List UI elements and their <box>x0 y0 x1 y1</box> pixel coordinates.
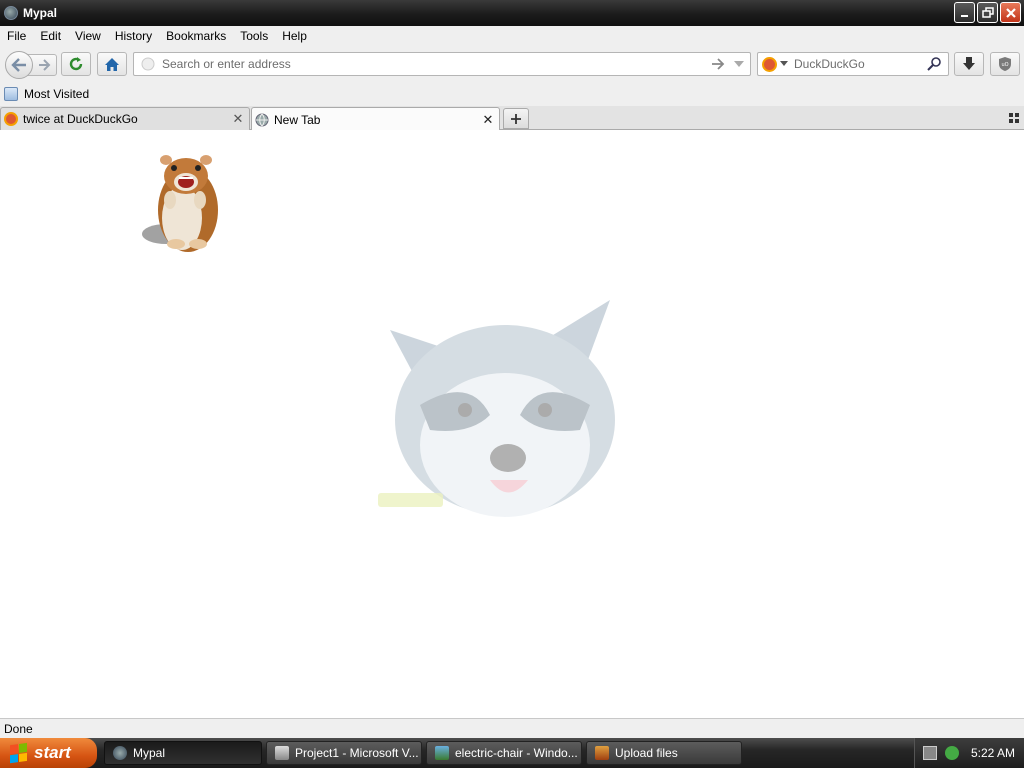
back-forward-group <box>5 51 57 79</box>
page-identity-icon[interactable] <box>140 56 156 72</box>
restore-icon <box>981 6 994 18</box>
mypal-app-icon[interactable] <box>4 6 18 20</box>
search-icon[interactable] <box>927 56 943 72</box>
visual-basic-icon <box>275 746 289 760</box>
engine-dropdown-icon[interactable] <box>780 61 788 67</box>
menu-tools[interactable]: Tools <box>233 29 275 43</box>
menu-history[interactable]: History <box>108 29 159 43</box>
navigation-toolbar: uO <box>0 46 1024 82</box>
tab-strip: twice at DuckDuckGo ✕ New Tab ✕ <box>0 106 1024 131</box>
image-viewer-icon <box>435 746 449 760</box>
system-tray: 5:22 AM <box>914 738 1024 768</box>
menu-file[interactable]: File <box>0 29 33 43</box>
home-button[interactable] <box>97 52 127 76</box>
plus-icon <box>511 113 521 124</box>
start-button[interactable]: start <box>0 738 97 768</box>
duckduckgo-engine-icon[interactable] <box>762 56 777 72</box>
start-label: start <box>34 743 71 762</box>
menu-help[interactable]: Help <box>275 29 314 43</box>
most-visited-folder-icon <box>4 87 18 101</box>
window-controls <box>954 2 1021 23</box>
title-bar[interactable]: Mypal <box>0 0 1024 26</box>
reload-button[interactable] <box>61 52 91 76</box>
back-arrow-icon <box>11 58 26 72</box>
tab-label: twice at DuckDuckGo <box>23 112 138 126</box>
menu-edit[interactable]: Edit <box>33 29 68 43</box>
menu-bookmarks[interactable]: Bookmarks <box>159 29 233 43</box>
taskbar-item-label: Project1 - Microsoft V... <box>295 746 419 760</box>
go-arrow-icon[interactable] <box>711 58 725 70</box>
taskbar-item-electric-chair[interactable]: electric-chair - Windo... <box>426 741 582 765</box>
status-text: Done <box>4 721 33 736</box>
most-visited-label: Most Visited <box>24 87 90 101</box>
clock[interactable]: 5:22 AM <box>971 746 1015 760</box>
back-button[interactable] <box>5 51 33 79</box>
globe-icon <box>255 113 269 126</box>
svg-text:uO: uO <box>1002 62 1009 68</box>
url-input[interactable] <box>162 57 711 71</box>
minimize-button[interactable] <box>954 2 975 23</box>
download-arrow-icon <box>963 57 975 70</box>
forward-arrow-icon <box>39 59 51 71</box>
network-icon[interactable] <box>923 746 937 760</box>
tab-duckduckgo[interactable]: twice at DuckDuckGo ✕ <box>0 107 250 130</box>
url-dropdown-icon[interactable] <box>733 60 745 68</box>
raccoon-watermark-image <box>378 300 615 517</box>
taskbar-item-label: Mypal <box>133 746 166 760</box>
address-bar[interactable] <box>133 52 751 76</box>
minimize-icon <box>960 14 968 17</box>
ublock-shield-icon: uO <box>999 57 1011 71</box>
ublock-button[interactable]: uO <box>990 52 1020 76</box>
menu-bar: File Edit View History Bookmarks Tools H… <box>0 26 1024 46</box>
tab-close-icon[interactable]: ✕ <box>231 111 245 127</box>
tab-new-tab[interactable]: New Tab ✕ <box>251 107 500 131</box>
new-tab-button[interactable] <box>503 108 529 129</box>
windows-logo-icon <box>10 742 28 764</box>
taskbar-item-upload-files[interactable]: Upload files <box>586 741 742 765</box>
downloads-button[interactable] <box>954 52 984 76</box>
volume-icon[interactable] <box>945 746 959 760</box>
hamster-image <box>142 155 218 252</box>
upload-dialog-icon <box>595 746 609 760</box>
search-bar[interactable] <box>757 52 949 76</box>
close-icon <box>1005 7 1016 18</box>
status-bar: Done <box>0 718 1024 738</box>
duckduckgo-favicon-icon <box>4 112 18 126</box>
tab-label: New Tab <box>274 112 321 127</box>
tab-close-icon[interactable]: ✕ <box>481 112 495 128</box>
taskbar-item-label: electric-chair - Windo... <box>455 746 578 760</box>
tab-groups-icon[interactable] <box>1009 113 1019 123</box>
reload-icon <box>69 57 83 71</box>
taskbar: start Mypal Project1 - Microsoft V... el… <box>0 738 1024 768</box>
close-button[interactable] <box>1000 2 1021 23</box>
taskbar-item-mypal[interactable]: Mypal <box>104 741 262 765</box>
bookmarks-toolbar: Most Visited <box>0 82 1024 106</box>
most-visited-bookmark[interactable]: Most Visited <box>0 87 89 101</box>
menu-view[interactable]: View <box>68 29 108 43</box>
mypal-icon <box>113 746 127 760</box>
taskbar-item-label: Upload files <box>615 746 678 760</box>
search-input[interactable] <box>794 57 927 71</box>
taskbar-item-project1[interactable]: Project1 - Microsoft V... <box>266 741 422 765</box>
restore-button[interactable] <box>977 2 998 23</box>
home-icon <box>105 57 119 71</box>
window-title: Mypal <box>23 6 58 20</box>
page-content[interactable] <box>0 130 1024 718</box>
